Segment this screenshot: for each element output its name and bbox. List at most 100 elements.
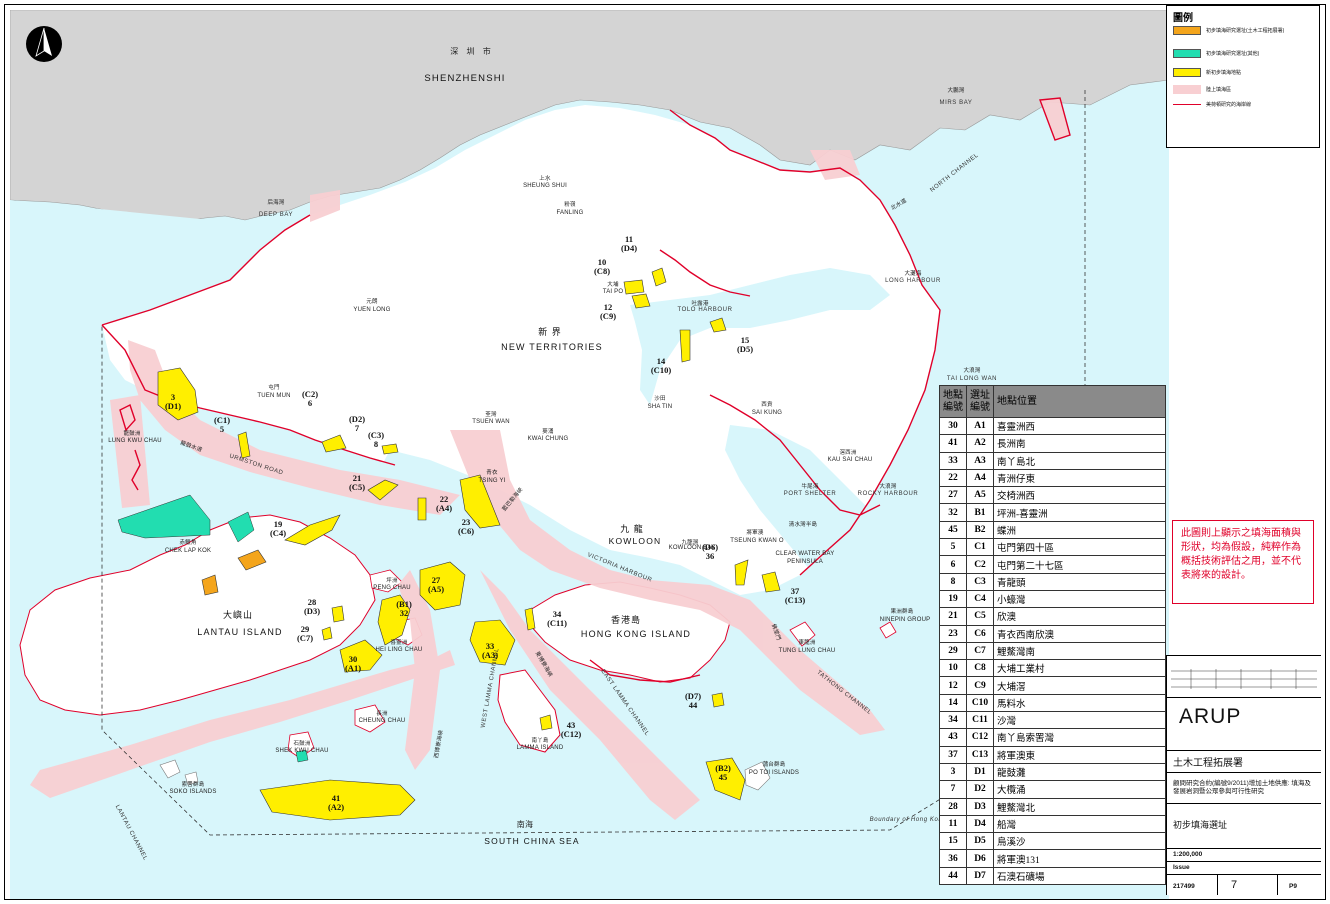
location-cell: 烏溪沙 bbox=[993, 832, 1166, 851]
legend-swatch-pink bbox=[1173, 84, 1201, 94]
label-po-toi-islands-cn: 蒲台群島 bbox=[762, 762, 786, 768]
label-lung-kwu-chau-cn: 龍鼓洲 bbox=[123, 431, 141, 437]
label-hong-kong-island-cn: 香港島 bbox=[610, 615, 642, 625]
label-deep-bay-en: DEEP BAY bbox=[258, 212, 294, 218]
label-shek-kwu-chau-en: SHEK KWU CHAU bbox=[275, 748, 329, 754]
table-row: 44 D7 石澳石礦場 bbox=[939, 866, 1166, 886]
table-header-row: 地點 編號 選址 編號 地點位置 bbox=[939, 385, 1166, 418]
option-number-cell: A3 bbox=[966, 451, 994, 470]
site-marker: (B1) 32 bbox=[396, 599, 412, 618]
site-number-cell: 23 bbox=[939, 624, 967, 643]
label-lantau-cn: 大嶼山 bbox=[222, 610, 254, 620]
site-marker: 3 (D1) bbox=[164, 392, 182, 411]
table-row: 14 C10 馬料水 bbox=[939, 693, 1166, 713]
location-cell: 將軍澳131 bbox=[993, 849, 1166, 868]
site-22-a4 bbox=[417, 497, 427, 521]
label-tseung-kwan-o-en: TSEUNG KWAN O bbox=[730, 538, 784, 544]
label-port-shelter-cn: 牛尾海 bbox=[801, 484, 819, 490]
site-number-cell: 11 bbox=[939, 814, 967, 834]
label-sheung-shui-en: SHEUNG SHUI bbox=[523, 183, 567, 189]
drawing-title: 初步填海選址 bbox=[1173, 820, 1228, 830]
site-marker: 43 (C12) bbox=[560, 720, 582, 739]
label-tai-po-cn: 大埔 bbox=[607, 282, 619, 288]
header-location: 地點位置 bbox=[993, 385, 1166, 418]
label-po-toi-islands-en: PO TOI ISLANDS bbox=[748, 770, 800, 776]
site-marker: (D7) 44 bbox=[684, 691, 702, 710]
site-number-cell: 36 bbox=[939, 849, 967, 868]
label-lamma-island-en: LAMMA ISLAND bbox=[516, 745, 564, 751]
legend-item: 陸上填海區 bbox=[1173, 84, 1231, 94]
header-site-no: 地點 編號 bbox=[939, 385, 967, 418]
option-number-cell: C9 bbox=[966, 676, 994, 695]
legend-label: 美荷頓研究的海岸線 bbox=[1206, 101, 1252, 108]
table-row: 3 D1 龍鼓灘 bbox=[939, 762, 1166, 782]
label-shek-kwu-chau-cn: 石鼓洲 bbox=[293, 741, 311, 747]
location-cell: 屯門第二十七區 bbox=[993, 555, 1166, 574]
label-sheung-shui-cn: 上水 bbox=[539, 176, 551, 182]
label-rocky-harbour-en: ROCKY HARBOUR bbox=[857, 491, 919, 497]
label-tseung-kwan-o-cn: 將軍澳 bbox=[746, 530, 764, 536]
site-number-cell: 34 bbox=[939, 711, 967, 730]
table-row: 15 D5 烏溪沙 bbox=[939, 832, 1166, 851]
option-number-cell: C12 bbox=[966, 728, 994, 747]
label-new-territories-en: NEW TERRITORIES bbox=[501, 342, 603, 352]
header-option-no: 選址 編號 bbox=[966, 385, 994, 418]
site-marker: 15 (D5) bbox=[736, 335, 754, 354]
option-number-cell: D1 bbox=[966, 762, 994, 782]
label-port-shelter-en: PORT SHELTER bbox=[783, 491, 837, 497]
site-marker: 23 (C6) bbox=[457, 517, 475, 536]
option-number-cell: D7 bbox=[966, 866, 994, 886]
job-number: 217499 bbox=[1173, 883, 1195, 890]
option-number-cell: C5 bbox=[966, 607, 994, 626]
label-kau-sai-chau-en: KAU SAI CHAU bbox=[827, 457, 873, 463]
label-mirs-bay-en: MIRS BAY bbox=[939, 100, 973, 106]
table-row: 43 C12 南丫島索罟灣 bbox=[939, 728, 1166, 747]
legend-item: 初步填海研究選址(其他) bbox=[1173, 48, 1259, 58]
site-marker: (C2) 6 bbox=[301, 389, 319, 408]
location-cell: 青龍頭 bbox=[993, 572, 1166, 591]
location-cell: 南丫島索罟灣 bbox=[993, 728, 1166, 747]
drawing-frame: 深 圳 市 SHENZHENSHI 大鵬灣 MIRS BAY 后海灣 DEEP … bbox=[4, 4, 1326, 900]
label-kowloon-en: KOWLOON bbox=[608, 536, 662, 546]
site-marker: 29 (C7) bbox=[296, 624, 314, 643]
site-marker: 28 (D3) bbox=[303, 597, 321, 616]
location-cell: 欣澳 bbox=[993, 607, 1166, 626]
site-number-cell: 5 bbox=[939, 538, 967, 557]
table-row: 45 B2 蝶洲 bbox=[939, 520, 1166, 540]
legend-swatch-red-line bbox=[1173, 103, 1201, 105]
legend-label: 初步填海研究選址(其他) bbox=[1206, 50, 1260, 57]
site-marker: 19 (C4) bbox=[269, 519, 287, 538]
site-marker: (D2) 7 bbox=[348, 414, 366, 433]
label-tung-lung-chau-en: TUNG LUNG CHAU bbox=[778, 648, 836, 654]
label-sha-tin-cn: 沙田 bbox=[654, 396, 666, 402]
site-marker: (D6) 36 bbox=[701, 542, 719, 561]
legend-swatch-orange bbox=[1173, 25, 1201, 35]
location-cell: 龍鼓灘 bbox=[993, 762, 1166, 782]
arup-logo: ARUP bbox=[1179, 705, 1242, 728]
table-row: 11 D4 船灣 bbox=[939, 814, 1166, 834]
label-south-china-sea-en: SOUTH CHINA SEA bbox=[484, 836, 580, 846]
location-cell: 屯門第四十區 bbox=[993, 538, 1166, 557]
site-28-d3 bbox=[331, 605, 345, 623]
location-cell: 坪洲-喜靈洲 bbox=[993, 503, 1166, 522]
label-clear-water-bay-en: CLEAR WATER BAY PENINSULA bbox=[775, 551, 835, 565]
legend-swatch-yellow bbox=[1173, 67, 1201, 77]
label-lamma-island-cn: 南丫島 bbox=[531, 738, 549, 744]
site-marker: (C1) 5 bbox=[213, 415, 231, 434]
location-cell: 青洲仔東 bbox=[993, 468, 1166, 488]
location-cell: 喜靈洲西 bbox=[993, 416, 1166, 436]
label-peng-chau-cn: 坪洲 bbox=[386, 578, 398, 584]
site-number-cell: 7 bbox=[939, 780, 967, 799]
label-hei-ling-chau-en: HEI LING CHAU bbox=[375, 647, 423, 653]
sites-table: 地點 編號 選址 編號 地點位置 30 A1 喜靈洲西 41 A2 長洲南 33 A3 南丫島北… bbox=[939, 385, 1166, 886]
site-number-cell: 6 bbox=[939, 555, 967, 574]
drawing-number: 7 bbox=[1231, 879, 1238, 891]
table-row: 30 A1 喜靈洲西 bbox=[939, 416, 1166, 436]
site-marker: 33 (A3) bbox=[481, 641, 499, 660]
label-shenzhen-cn: 深 圳 市 bbox=[450, 47, 494, 56]
site-8-c3 bbox=[381, 443, 399, 455]
label-kwai-chung-cn: 葵涌 bbox=[542, 429, 554, 435]
option-number-cell: D3 bbox=[966, 797, 994, 816]
legend-label: 初步填海研究選址(土木工程拓展署) bbox=[1206, 27, 1285, 34]
legend-label: 陸上填海區 bbox=[1206, 86, 1232, 93]
